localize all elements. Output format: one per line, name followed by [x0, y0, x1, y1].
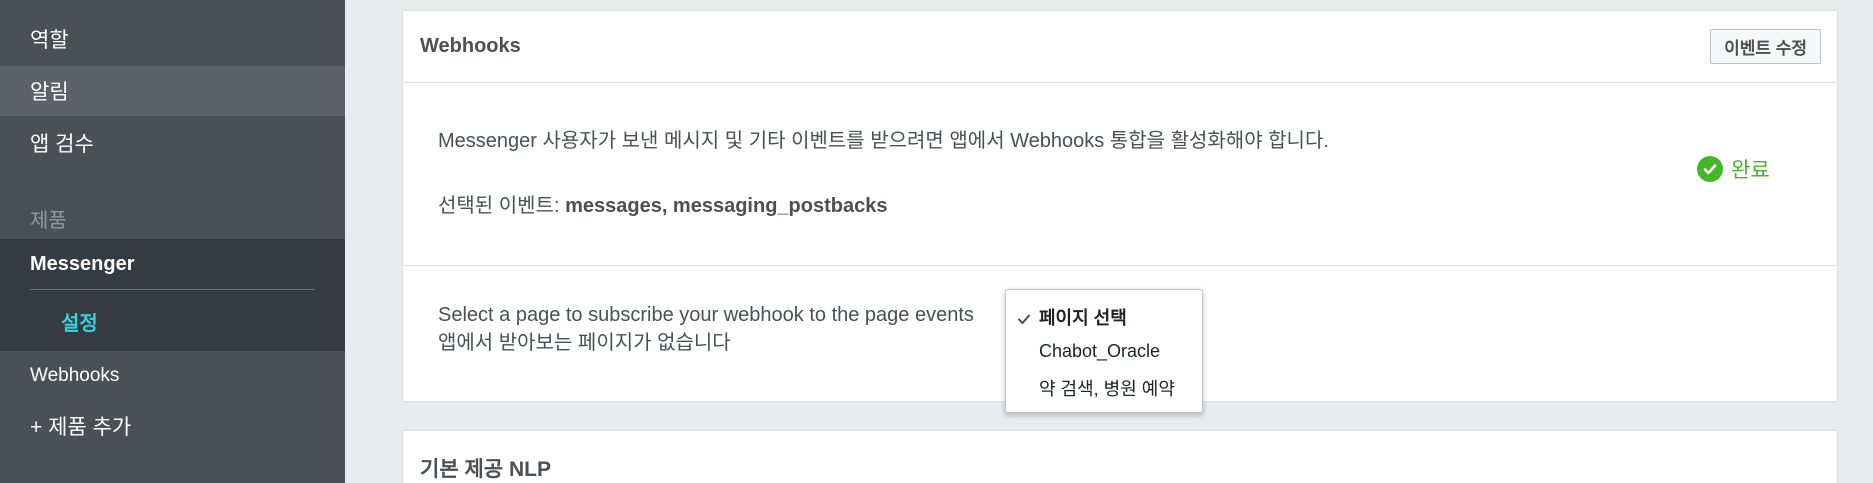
nlp-card: 기본 제공 NLP [402, 430, 1838, 483]
sidebar-item-messenger[interactable]: Messenger [30, 253, 135, 276]
webhooks-description: Messenger 사용자가 보낸 메시지 및 기타 이벤트를 받으려면 앱에서… [438, 130, 1329, 152]
edit-events-button[interactable]: 이벤트 수정 [1710, 29, 1821, 64]
sidebar-item-label: 알림 [30, 81, 69, 104]
card-header: Webhooks 이벤트 수정 [403, 11, 1837, 83]
checkmark-icon [1018, 314, 1030, 324]
sidebar-item-label: + 제품 추가 [30, 416, 132, 439]
sidebar: 역할 알림 앱 검수 제품 Messenger 설정 Webhooks + 제품… [0, 0, 345, 483]
webhooks-status-section: Messenger 사용자가 보낸 메시지 및 기타 이벤트를 받으려면 앱에서… [403, 83, 1837, 266]
sidebar-item-messenger-settings[interactable]: 설정 [61, 307, 98, 336]
card-title: 기본 제공 NLP [420, 458, 551, 481]
sidebar-item-label: Webhooks [30, 365, 120, 386]
selected-events: 선택된 이벤트: messages, messaging_postbacks [438, 189, 887, 218]
selected-events-prefix: 선택된 이벤트: [438, 195, 566, 217]
check-circle-icon [1697, 156, 1723, 182]
products-heading: 제품 [30, 210, 67, 232]
divider [30, 289, 315, 290]
card-title: Webhooks [420, 35, 521, 57]
dropdown-option-drug-search[interactable]: 약 검색, 병원 예약 [1039, 375, 1175, 401]
sidebar-item-label: 앱 검수 [30, 133, 94, 156]
status-badge: 완료 [1697, 154, 1770, 184]
sidebar-item-notifications[interactable]: 알림 [0, 66, 345, 116]
subscribe-instruction: Select a page to subscribe your webhook … [438, 304, 974, 326]
dropdown-option-chabot-oracle[interactable]: Chabot_Oracle [1039, 341, 1160, 362]
sidebar-messenger-group: Messenger 설정 [0, 239, 345, 351]
sidebar-item-add-product[interactable]: + 제품 추가 [0, 401, 345, 451]
sidebar-item-webhooks[interactable]: Webhooks [0, 351, 345, 401]
page-select-dropdown[interactable]: 페이지 선택 Chabot_Oracle 약 검색, 병원 예약 [1005, 289, 1203, 413]
dropdown-option-select-page[interactable]: 페이지 선택 [1039, 304, 1127, 330]
selected-events-value: messages, messaging_postbacks [565, 195, 888, 217]
sidebar-item-app-review[interactable]: 앱 검수 [0, 118, 345, 168]
sidebar-item-label: 역할 [30, 29, 69, 52]
status-label: 완료 [1731, 159, 1770, 182]
sidebar-item-roles[interactable]: 역할 [0, 14, 345, 64]
no-pages-message: 앱에서 받아보는 페이지가 없습니다 [438, 332, 731, 354]
